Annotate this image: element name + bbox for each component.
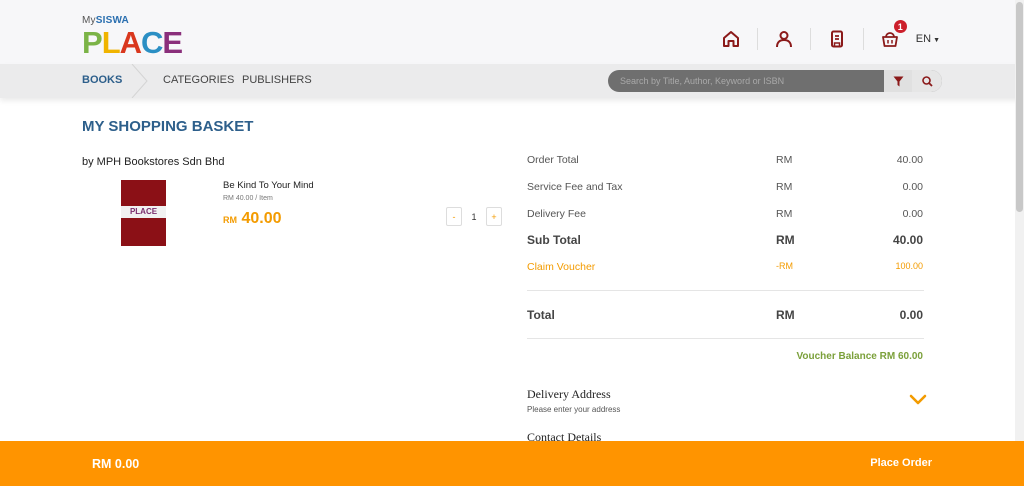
caret-down-icon: ▼ xyxy=(933,37,940,44)
basket-count-badge: 1 xyxy=(893,20,907,33)
nav-publishers[interactable]: PUBLISHERS xyxy=(242,74,312,86)
quantity-stepper: - 1 + xyxy=(446,207,502,226)
home-icon[interactable] xyxy=(721,29,741,49)
checkout-footer: RM 0.00 Place Order xyxy=(0,441,1024,486)
book-icon[interactable] xyxy=(827,29,847,49)
book-unit-price: RM 40.00 / Item xyxy=(223,195,273,202)
page-title: MY SHOPPING BASKET xyxy=(82,118,254,135)
seller-name: by MPH Bookstores Sdn Bhd xyxy=(82,156,225,168)
increase-quantity-button[interactable]: + xyxy=(486,207,502,226)
language-selector[interactable]: EN ▼ xyxy=(916,33,940,45)
search-button[interactable] xyxy=(912,70,942,92)
summary-divider xyxy=(527,338,924,339)
logo-wordmark: PLACE xyxy=(82,25,183,60)
user-icon[interactable] xyxy=(774,29,794,49)
search-input[interactable] xyxy=(608,70,907,92)
footer-total: RM 0.00 xyxy=(92,457,140,471)
app-header: MySISWA PLACE 1 EN ▼ xyxy=(0,0,1024,64)
basket-icon[interactable]: 1 xyxy=(880,20,907,49)
decrease-quantity-button[interactable]: - xyxy=(446,207,462,226)
place-order-button[interactable]: Place Order xyxy=(870,457,932,469)
nav-categories[interactable]: CATEGORIES xyxy=(163,74,234,86)
delivery-address-title[interactable]: Delivery Address xyxy=(527,387,611,402)
book-price: RM 40.00 xyxy=(223,210,282,227)
search-icon xyxy=(921,75,933,87)
scrollbar-thumb[interactable] xyxy=(1016,2,1023,212)
book-cover-image[interactable]: PLACE xyxy=(121,180,166,246)
nav-books[interactable]: BOOKS xyxy=(82,74,122,86)
search-bar xyxy=(608,70,942,92)
filter-button[interactable] xyxy=(884,70,912,92)
delivery-address-hint: Please enter your address xyxy=(527,405,621,414)
filter-icon xyxy=(893,76,903,86)
page-scrollbar[interactable] xyxy=(1015,0,1024,486)
chevron-down-icon[interactable] xyxy=(909,393,927,407)
voucher-balance: Voucher Balance RM 60.00 xyxy=(796,351,923,362)
breadcrumb-arrow-icon xyxy=(131,64,148,98)
category-navbar: BOOKS CATEGORIES PUBLISHERS xyxy=(0,64,1024,98)
book-title[interactable]: Be Kind To Your Mind xyxy=(223,180,314,191)
quantity-value: 1 xyxy=(471,211,477,222)
mysiswa-place-logo[interactable]: MySISWA PLACE xyxy=(82,15,192,61)
header-icons: 1 EN ▼ xyxy=(721,20,940,50)
summary-divider xyxy=(527,290,924,291)
